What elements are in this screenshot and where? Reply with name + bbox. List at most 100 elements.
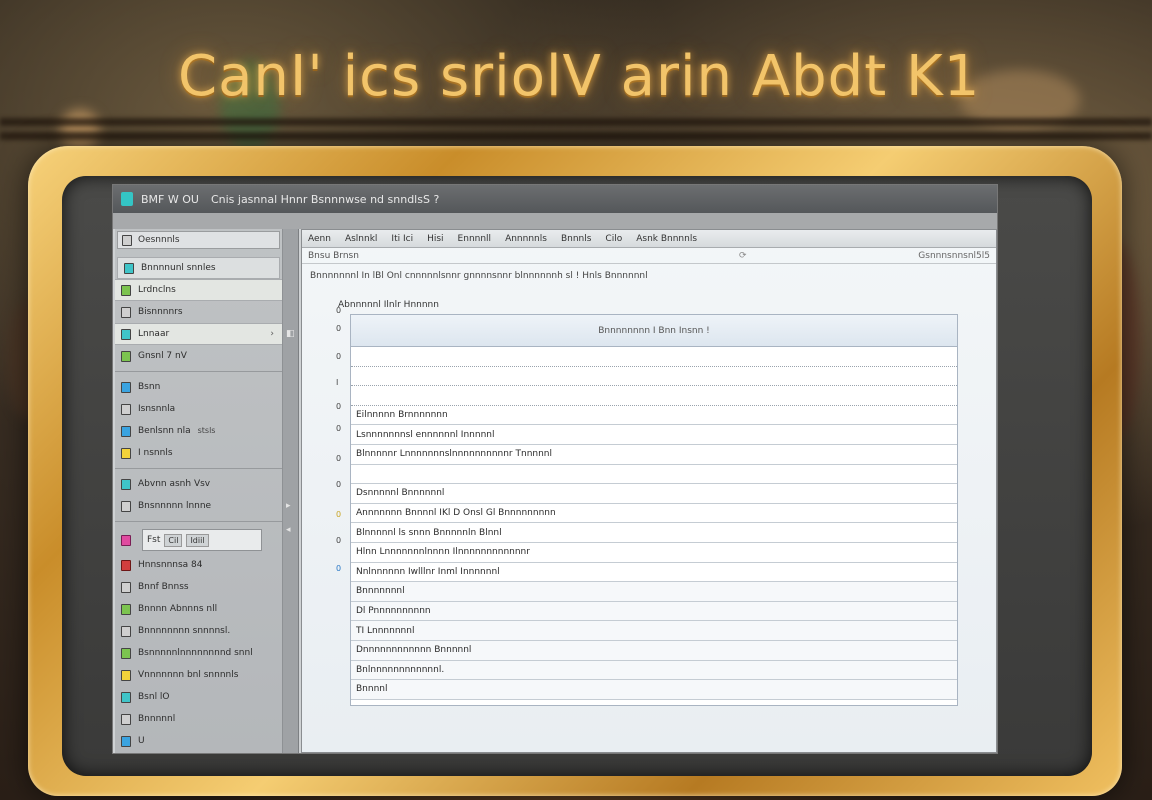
table-row[interactable]	[351, 367, 957, 387]
sidebar-item-icon	[121, 328, 131, 340]
sidebar-header[interactable]: Oesnnnls	[117, 231, 280, 249]
sidebar-item[interactable]: Lnnaar ›	[115, 323, 282, 345]
sidebar-item-icon	[121, 350, 131, 362]
search-chip[interactable]: Idiil	[186, 533, 209, 547]
sidebar-item-icon	[121, 284, 131, 296]
sidebar-item[interactable]: U	[115, 730, 282, 752]
tab-4[interactable]: Ennnnll	[458, 234, 492, 244]
sidebar-item[interactable]: Bnnf Bnnss	[115, 576, 282, 598]
sidebar-item-label: Bnnnn Abnnns nll	[138, 604, 218, 614]
sidebar-search-input[interactable]: Fst Cil Idiil	[142, 529, 262, 551]
tab-1[interactable]: Aslnnkl	[345, 234, 377, 244]
table-row[interactable]: Bnnnnl	[351, 680, 957, 700]
sidebar-item-icon	[121, 691, 131, 703]
sidebar-item-label: I nsnnls	[138, 448, 173, 458]
row-marker-icon: 0	[336, 352, 342, 361]
sidebar-item[interactable]: Hnnsnnnsa 84	[115, 554, 282, 576]
tab-6[interactable]: Bnnnls	[561, 234, 591, 244]
refresh-icon[interactable]: ⟳	[739, 251, 747, 261]
tab-8[interactable]: Asnk Bnnnnls	[636, 234, 697, 244]
sidebar-search: Fst Cil Idiil	[115, 526, 282, 554]
chevron-right-icon[interactable]: ›	[270, 329, 274, 339]
row-markers: 0 0 0 I 0 0 0 0 0 0 0	[334, 306, 346, 614]
tab-0[interactable]: Aenn	[308, 234, 331, 244]
toolbar-strip	[113, 213, 997, 229]
splitter-grip-icon: ◧	[286, 329, 295, 339]
sidebar-item-label: Lrdnclns	[138, 285, 176, 295]
sidebar-item[interactable]: Benlsnn nla stsls	[115, 420, 282, 442]
tab-3[interactable]: Hisi	[427, 234, 443, 244]
table-row[interactable]: Annnnnnn Bnnnnl IKl D Onsl Gl Bnnnnnnnnn	[351, 504, 957, 524]
sidebar-item[interactable]: Bnsnnnnn lnnne	[115, 495, 282, 517]
table-row[interactable]: Bnlnnnnnnnnnnnnl.	[351, 660, 957, 681]
table-row[interactable]: Dsnnnnnl Bnnnnnnl	[351, 484, 957, 504]
sidebar-item[interactable]: Bnnnnnnnn snnnnsl.	[115, 620, 282, 642]
sidebar-item[interactable]: Bnnnnnl	[115, 708, 282, 730]
table-row[interactable]: Nnlnnnnnn Iwlllnr Inml Innnnnnl	[351, 563, 957, 583]
row-marker-icon: 0	[336, 510, 342, 519]
table-row[interactable]: Blnnnnnr Lnnnnnnnslnnnnnnnnnnr Tnnnnnl	[351, 445, 957, 465]
grid-header: Bnnnnnnnn I Bnn Insnn !	[351, 315, 957, 347]
sidebar-item-label: Bnnnnnnnn snnnnsl.	[138, 626, 231, 636]
sidebar-item[interactable]: Bnnnn Abnnns nll	[115, 598, 282, 620]
sidebar-item[interactable]: Bsnl lO	[115, 686, 282, 708]
sidebar-item-label: Isnsnnla	[138, 404, 176, 414]
row-marker-icon: 0	[336, 324, 342, 333]
sidebar-divider	[115, 371, 282, 372]
row-marker-icon: 0	[336, 424, 342, 433]
sidebar-item-label: U	[138, 736, 145, 746]
address-bar[interactable]: Bnsu Brnsn ⟳ Gsnnnsnnsnl5l5	[302, 248, 996, 264]
splitter-collapse-icon[interactable]: ◂	[286, 525, 291, 535]
sidebar-item[interactable]: Lrdnclns	[115, 279, 282, 301]
table-row[interactable]: Dnnnnnnnnnnnn Bnnnnnl	[351, 640, 957, 661]
sidebar-item-icon	[121, 425, 131, 437]
sidebar-item-icon	[121, 581, 131, 593]
row-marker-icon: 0	[336, 564, 342, 573]
sidebar-item[interactable]: Bsnnnnnlnnnnnnnnd snnl	[115, 642, 282, 664]
sidebar-item-icon	[121, 403, 131, 415]
sidebar-item[interactable]: Bsnn	[115, 376, 282, 398]
address-left: Bnsu Brnsn	[308, 250, 359, 261]
table-row[interactable]	[351, 347, 957, 367]
app-icon	[121, 192, 133, 206]
table-row[interactable]: Hlnn Lnnnnnnnlnnnn Ilnnnnnnnnnnnnr	[351, 543, 957, 563]
sidebar-item[interactable]: Isnsnnla	[115, 398, 282, 420]
sidebar-header-label: Oesnnnls	[138, 235, 180, 245]
table-row[interactable]: Lsnnnnnnnsl ennnnnnl Innnnnl	[351, 425, 957, 445]
sidebar-item-icon	[121, 447, 131, 459]
grid-rows: Eilnnnnn Brnnnnnnn Lsnnnnnnnsl ennnnnnl I…	[351, 347, 957, 700]
sidebar-item-icon	[121, 647, 131, 659]
sidebar-item-label: Bsnl lO	[138, 692, 170, 702]
table-row[interactable]: Eilnnnnn Brnnnnnnn	[351, 406, 957, 426]
main-tab-bar: Aenn Aslnnkl Iti Ici Hisi Ennnnll Annnnnls Bnn…	[302, 230, 996, 248]
sidebar-item-label: Hnnsnnnsa 84	[138, 560, 203, 570]
sidebar-item-icon	[121, 500, 131, 512]
sidebar-item[interactable]: I nsnnls	[115, 442, 282, 464]
tab-7[interactable]: Cilo	[605, 234, 622, 244]
table-row[interactable]: TI Lnnnnnnnl	[351, 621, 957, 641]
sidebar-item-icon	[121, 478, 131, 490]
description-line: Bnnnnnnnl In lBl Onl cnnnnnlsnnr gnnnnsn…	[310, 271, 648, 281]
sidebar-item-sublabel: stsls	[197, 426, 216, 435]
sidebar-item[interactable]: Abvnn asnh Vsv	[115, 473, 282, 495]
sidebar-item[interactable]: Vnnnnnnn bnl snnnnls	[115, 664, 282, 686]
sidebar-item-label: Bnnf Bnnss	[138, 582, 189, 592]
table-row[interactable]	[351, 465, 957, 485]
tab-5[interactable]: Annnnnls	[505, 234, 547, 244]
table-row[interactable]	[351, 386, 957, 406]
table-row[interactable]: Bnnnnnnnl	[351, 582, 957, 602]
sidebar-item[interactable]: Bisnnnnrs	[115, 301, 282, 323]
tab-2[interactable]: Iti Ici	[391, 234, 413, 244]
table-row[interactable]: Dl Pnnnnnnnnnn	[351, 601, 957, 622]
sidebar-item[interactable]: Gnsnl 7 nV	[115, 345, 282, 367]
search-chip[interactable]: Cil	[164, 533, 183, 547]
title-bar: BMF W OU Cnis jasnnal Hnnr Bsnnnwse nd s…	[113, 185, 997, 213]
data-grid: Bnnnnnnnn I Bnn Insnn ! Eilnnnnn Brnnnnn…	[350, 314, 958, 706]
sidebar-item-icon	[124, 262, 134, 274]
sidebar-list: Bnnnnunl snnles Lrdnclns Bisnnnnrs Lnnaar › G…	[115, 257, 282, 752]
splitter-arrow-icon[interactable]: ▸	[286, 501, 291, 511]
main-pane: Aenn Aslnnkl Iti Ici Hisi Ennnnll Annnnnls Bnn…	[301, 229, 997, 753]
table-row[interactable]: Blnnnnnl ls snnn Bnnnnnln Blnnl	[351, 523, 957, 543]
pane-splitter[interactable]: ◧ ▸ ◂	[283, 229, 299, 753]
sidebar-item[interactable]: Bnnnnunl snnles	[117, 257, 280, 279]
